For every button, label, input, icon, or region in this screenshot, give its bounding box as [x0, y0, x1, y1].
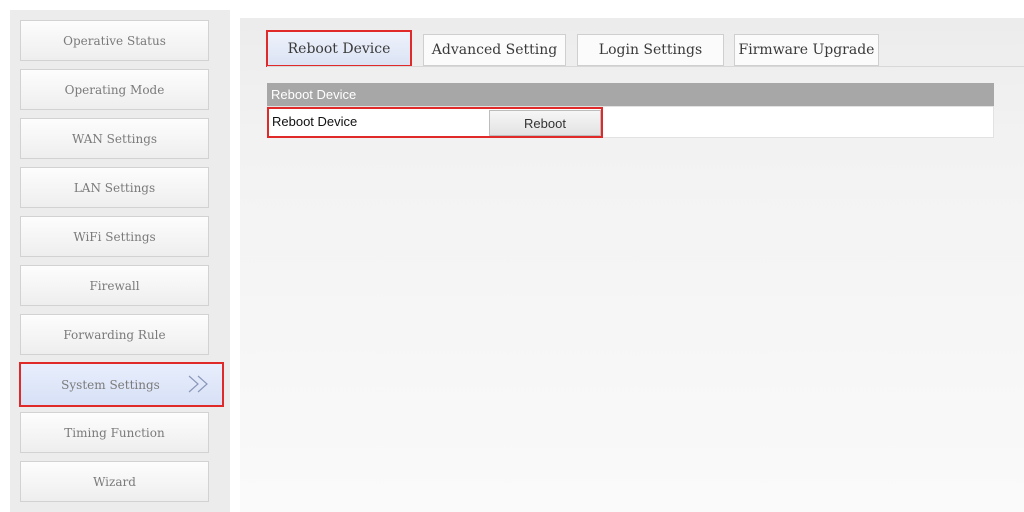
sidebar-item-system-settings[interactable]: System Settings: [19, 362, 224, 407]
sidebar-item-label: System Settings: [61, 377, 160, 392]
tab-advanced-setting[interactable]: Advanced Setting: [423, 34, 566, 66]
sidebar-item-lan-settings[interactable]: LAN Settings: [20, 167, 209, 208]
sidebar-item-label: Forwarding Rule: [63, 327, 166, 342]
sidebar-item-timing-function[interactable]: Timing Function: [20, 412, 209, 453]
sidebar-item-firewall[interactable]: Firewall: [20, 265, 209, 306]
tab-label: Reboot Device: [287, 40, 391, 57]
sidebar-item-label: Timing Function: [64, 425, 165, 440]
sidebar-item-forwarding-rule[interactable]: Forwarding Rule: [20, 314, 209, 355]
tab-label: Firmware Upgrade: [738, 42, 875, 58]
sidebar-item-label: Wizard: [93, 474, 136, 489]
settings-row: [267, 106, 994, 138]
sidebar-item-label: WiFi Settings: [73, 229, 156, 244]
sidebar-item-wizard[interactable]: Wizard: [20, 461, 209, 502]
tab-divider: [267, 66, 1024, 67]
sidebar-item-label: Operating Mode: [64, 82, 165, 97]
reboot-button-label: Reboot: [524, 115, 566, 131]
sidebar-item-operating-mode[interactable]: Operating Mode: [20, 69, 209, 110]
sidebar-item-wifi-settings[interactable]: WiFi Settings: [20, 216, 209, 257]
tab-label: Login Settings: [598, 42, 703, 58]
tab-label: Advanced Setting: [431, 42, 558, 58]
double-chevron-right-icon: [188, 375, 208, 393]
tab-login-settings[interactable]: Login Settings: [577, 34, 724, 66]
sidebar-item-wan-settings[interactable]: WAN Settings: [20, 118, 209, 159]
sidebar-item-label: Operative Status: [63, 33, 166, 48]
sidebar-item-label: WAN Settings: [71, 131, 158, 146]
tab-firmware-upgrade[interactable]: Firmware Upgrade: [734, 34, 879, 66]
reboot-button[interactable]: Reboot: [489, 110, 601, 136]
section-header: Reboot Device: [267, 83, 994, 106]
row-label: Reboot Device: [272, 114, 358, 129]
sidebar: Operative Status Operating Mode WAN Sett…: [10, 10, 230, 512]
sidebar-item-operative-status[interactable]: Operative Status: [20, 20, 209, 61]
sidebar-item-label: Firewall: [89, 278, 140, 293]
sidebar-item-label: LAN Settings: [73, 180, 156, 195]
tab-reboot-device[interactable]: Reboot Device: [266, 30, 412, 67]
main-panel: Reboot Device Advanced Setting Login Set…: [240, 18, 1024, 512]
